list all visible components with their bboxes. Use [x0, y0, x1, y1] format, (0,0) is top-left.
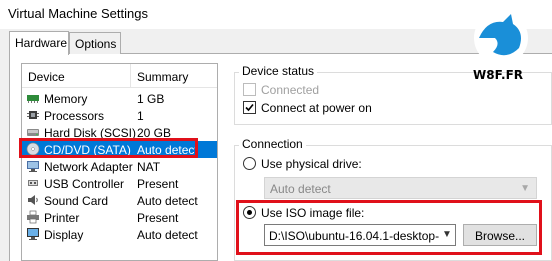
device-name: Sound Card: [44, 194, 109, 208]
device-name: Network Adapter: [44, 160, 133, 174]
connect-at-power-on-label: Connect at power on: [261, 101, 372, 115]
device-row-printer[interactable]: Printer Present: [22, 209, 217, 226]
device-summary: Auto detect: [137, 228, 198, 242]
cd-dvd-highlight-box: [19, 138, 198, 158]
device-summary: 1: [137, 109, 144, 123]
device-status-title: Device status: [239, 64, 318, 78]
device-summary: Present: [137, 177, 179, 191]
iso-highlight-box: [236, 200, 542, 255]
device-list-header: Device Summary: [22, 64, 217, 88]
device-name: Display: [44, 228, 84, 242]
display-icon: [27, 228, 39, 240]
printer-icon: [27, 210, 39, 224]
connected-label: Connected: [261, 83, 320, 97]
device-list[interactable]: Device Summary Memory 1 GB Processors 1 …: [21, 63, 218, 261]
watermark-text: W8F.FR: [473, 68, 524, 82]
use-physical-drive-label: Use physical drive:: [261, 157, 362, 171]
device-summary: 1 GB: [137, 92, 165, 106]
tab-hardware[interactable]: Hardware: [9, 31, 69, 55]
bird-icon: [474, 11, 528, 65]
device-row-memory[interactable]: Memory 1 GB: [22, 90, 217, 107]
chevron-down-icon: ▼: [520, 183, 530, 194]
device-row-processors[interactable]: Processors 1: [22, 107, 217, 124]
column-header-device[interactable]: Device: [28, 70, 65, 84]
physical-drive-select[interactable]: Auto detect ▼: [264, 177, 537, 199]
device-name: Processors: [44, 109, 105, 123]
watermark-logo: W8F.FR: [467, 10, 552, 86]
usb-icon: [28, 180, 38, 186]
connect-at-power-on-checkbox[interactable]: [243, 101, 256, 114]
device-row-display[interactable]: Display Auto detect: [22, 226, 217, 243]
tab-options[interactable]: Options: [69, 32, 121, 54]
memory-icon: [27, 95, 39, 103]
device-name: USB Controller: [44, 177, 125, 191]
device-row-network-adapter[interactable]: Network Adapter NAT: [22, 158, 217, 175]
network-adapter-icon: [27, 161, 39, 172]
column-header-summary[interactable]: Summary: [137, 70, 188, 84]
hard-disk-icon: [27, 129, 39, 136]
connected-checkbox[interactable]: [243, 83, 256, 96]
sound-card-icon: [28, 195, 38, 205]
window-title: Virtual Machine Settings: [8, 6, 148, 21]
device-row-usb-controller[interactable]: USB Controller Present: [22, 175, 217, 192]
device-summary: Present: [137, 211, 179, 225]
device-summary: Auto detect: [137, 194, 198, 208]
device-summary: NAT: [137, 160, 161, 174]
device-name: Printer: [44, 211, 80, 225]
processor-icon: [27, 111, 39, 119]
device-name: Memory: [44, 92, 88, 106]
use-physical-drive-radio[interactable]: [243, 157, 256, 170]
physical-drive-value: Auto detect: [270, 182, 331, 196]
column-separator: [130, 64, 131, 88]
checkmark-icon: [245, 103, 254, 112]
connection-title: Connection: [239, 137, 306, 151]
device-row-sound-card[interactable]: Sound Card Auto detect: [22, 192, 217, 209]
